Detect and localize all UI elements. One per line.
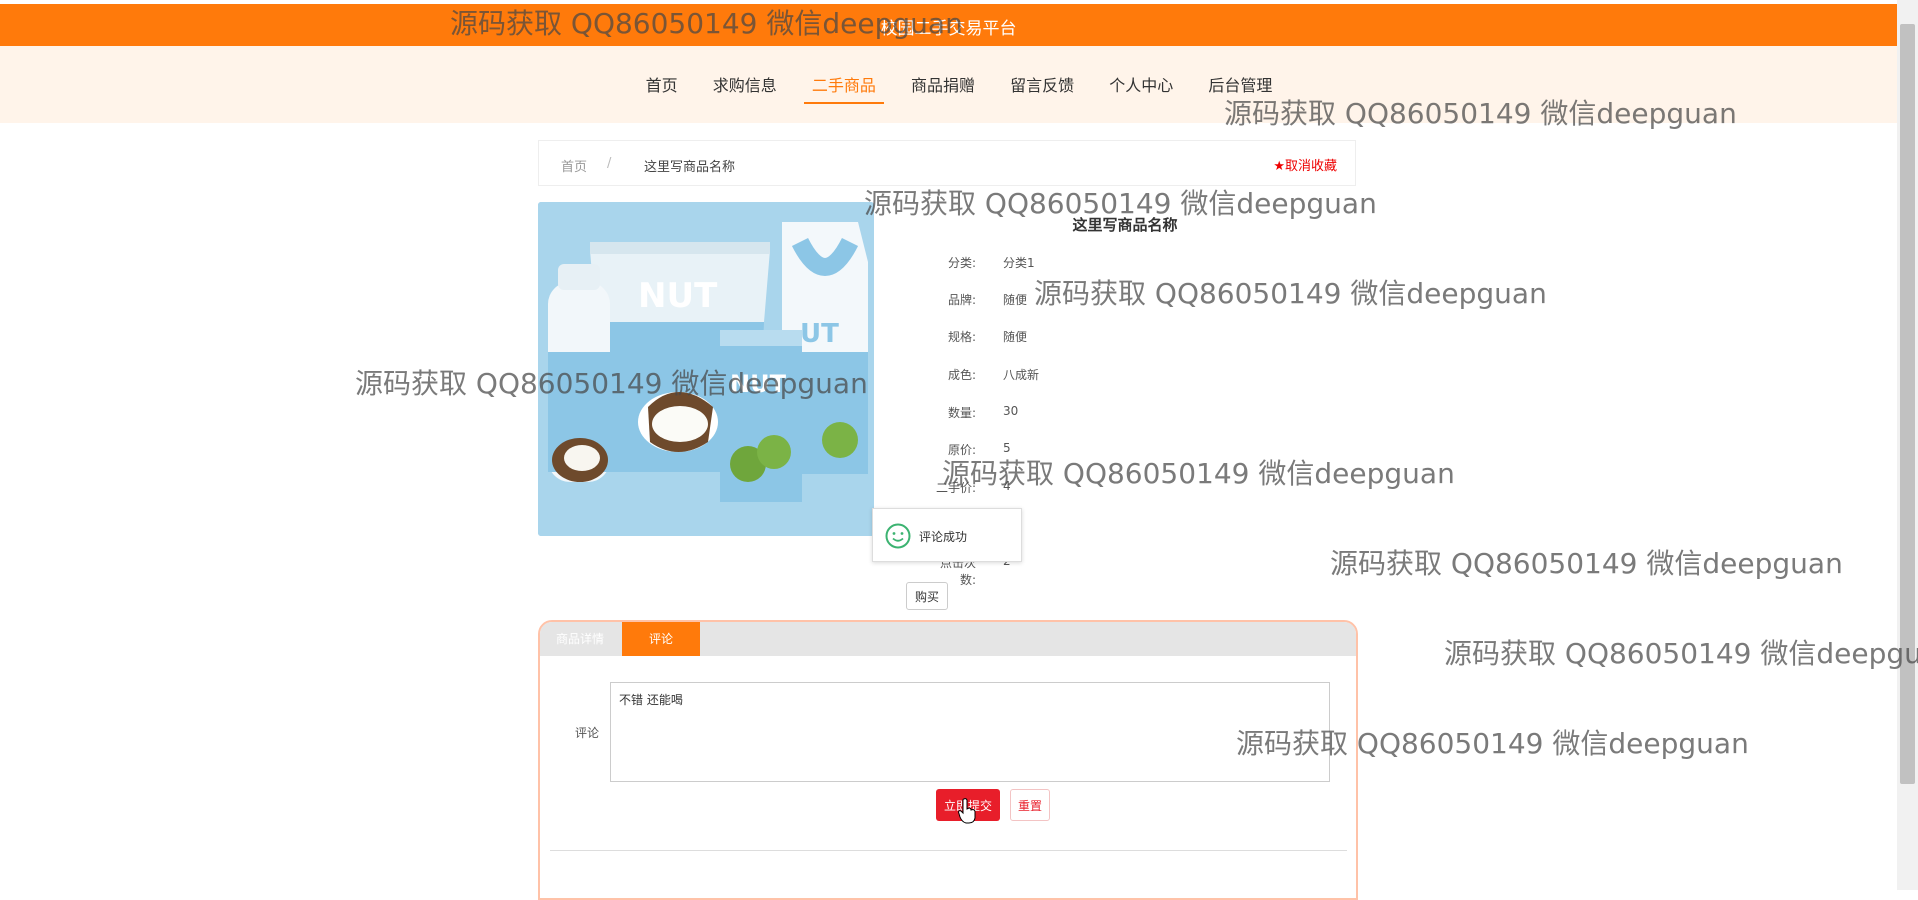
field-value-spec: 随便 [1003,330,1028,344]
tab-product-details[interactable]: 商品详情 [540,622,620,656]
pouch-brand-text: NUT [638,276,718,316]
svg-text:UT: UT [800,319,839,349]
field-label-category: 分类: [947,256,976,270]
page-scrollbar[interactable] [1897,0,1918,890]
watermark: 源码获取 QQ86050149 微信deepguan [942,457,1455,490]
toast-message: 评论成功 [919,530,968,544]
field-label-original-price: 原价: [947,443,976,457]
site-title: 校园二手交易平台 [880,19,1017,39]
watermark: 源码获取 QQ86050149 微信deepguan [1034,277,1547,310]
product-name: 这里写商品名称 [1072,216,1178,234]
field-value-quantity: 30 [1003,404,1019,418]
breadcrumb-separator: / [607,156,612,171]
detail-tabs-panel: 商品详情 评论 评论 不错 还能喝 立即提交 重置 [538,620,1358,900]
nav-item-home[interactable]: 首页 [638,72,686,102]
scrollbar-thumb[interactable] [1900,24,1915,784]
field-value-brand: 随便 [1003,293,1028,307]
watermark: 源码获取 QQ86050149 微信deepguan [1330,547,1843,580]
smile-icon [885,523,911,549]
field-label-secondhand-price: 二手价: [935,481,976,495]
field-label-condition: 成色: [947,368,976,382]
tab-comments[interactable]: 评论 [622,622,700,656]
product-image: NUT UT NUT [538,202,874,536]
nav-item-admin[interactable]: 后台管理 [1200,72,1280,102]
svg-text:NUT: NUT [730,370,787,398]
field-label-spec: 规格: [947,330,976,344]
nav-item-personal-center[interactable]: 个人中心 [1101,72,1181,102]
reset-button[interactable]: 重置 [1010,789,1050,821]
field-value-condition: 八成新 [1003,368,1040,382]
nav-item-feedback[interactable]: 留言反馈 [1002,72,1082,102]
unfavorite-label: 取消收藏 [1284,159,1337,174]
field-value-original-price: 5 [1003,441,1011,455]
nav-item-secondhand[interactable]: 二手商品 [803,72,884,104]
main-nav: 首页 求购信息 二手商品 商品捐赠 留言反馈 个人中心 后台管理 [0,72,1918,104]
buy-button[interactable]: 购买 [906,582,948,610]
product-illustration: NUT UT NUT [538,202,874,536]
comment-textarea[interactable]: 不错 还能喝 [610,682,1330,782]
breadcrumb-current: 这里写商品名称 [644,160,736,175]
comment-label: 评论 [575,726,600,740]
unfavorite-button[interactable]: ★取消收藏 [1273,155,1337,174]
tabs-header: 商品详情 评论 [540,622,1356,656]
field-value-secondhand-price: 4 [1003,479,1011,493]
divider [550,850,1347,851]
top-bar: 校园二手交易平台 [0,4,1897,46]
nav-item-donation[interactable]: 商品捐赠 [903,72,983,102]
field-label-quantity: 数量: [947,406,976,420]
breadcrumb-home[interactable]: 首页 [561,156,587,175]
field-label-brand: 品牌: [947,293,976,307]
field-value-category: 分类1 [1003,256,1035,270]
watermark: 源码获取 QQ86050149 微信deepguan [1444,637,1918,670]
breadcrumb: 首页 / 这里写商品名称 ★取消收藏 [538,140,1356,186]
nav-item-wanted[interactable]: 求购信息 [705,72,785,102]
hand-pointer-icon [958,798,976,824]
success-toast: 评论成功 [872,508,1022,562]
star-icon: ★ [1273,159,1285,174]
